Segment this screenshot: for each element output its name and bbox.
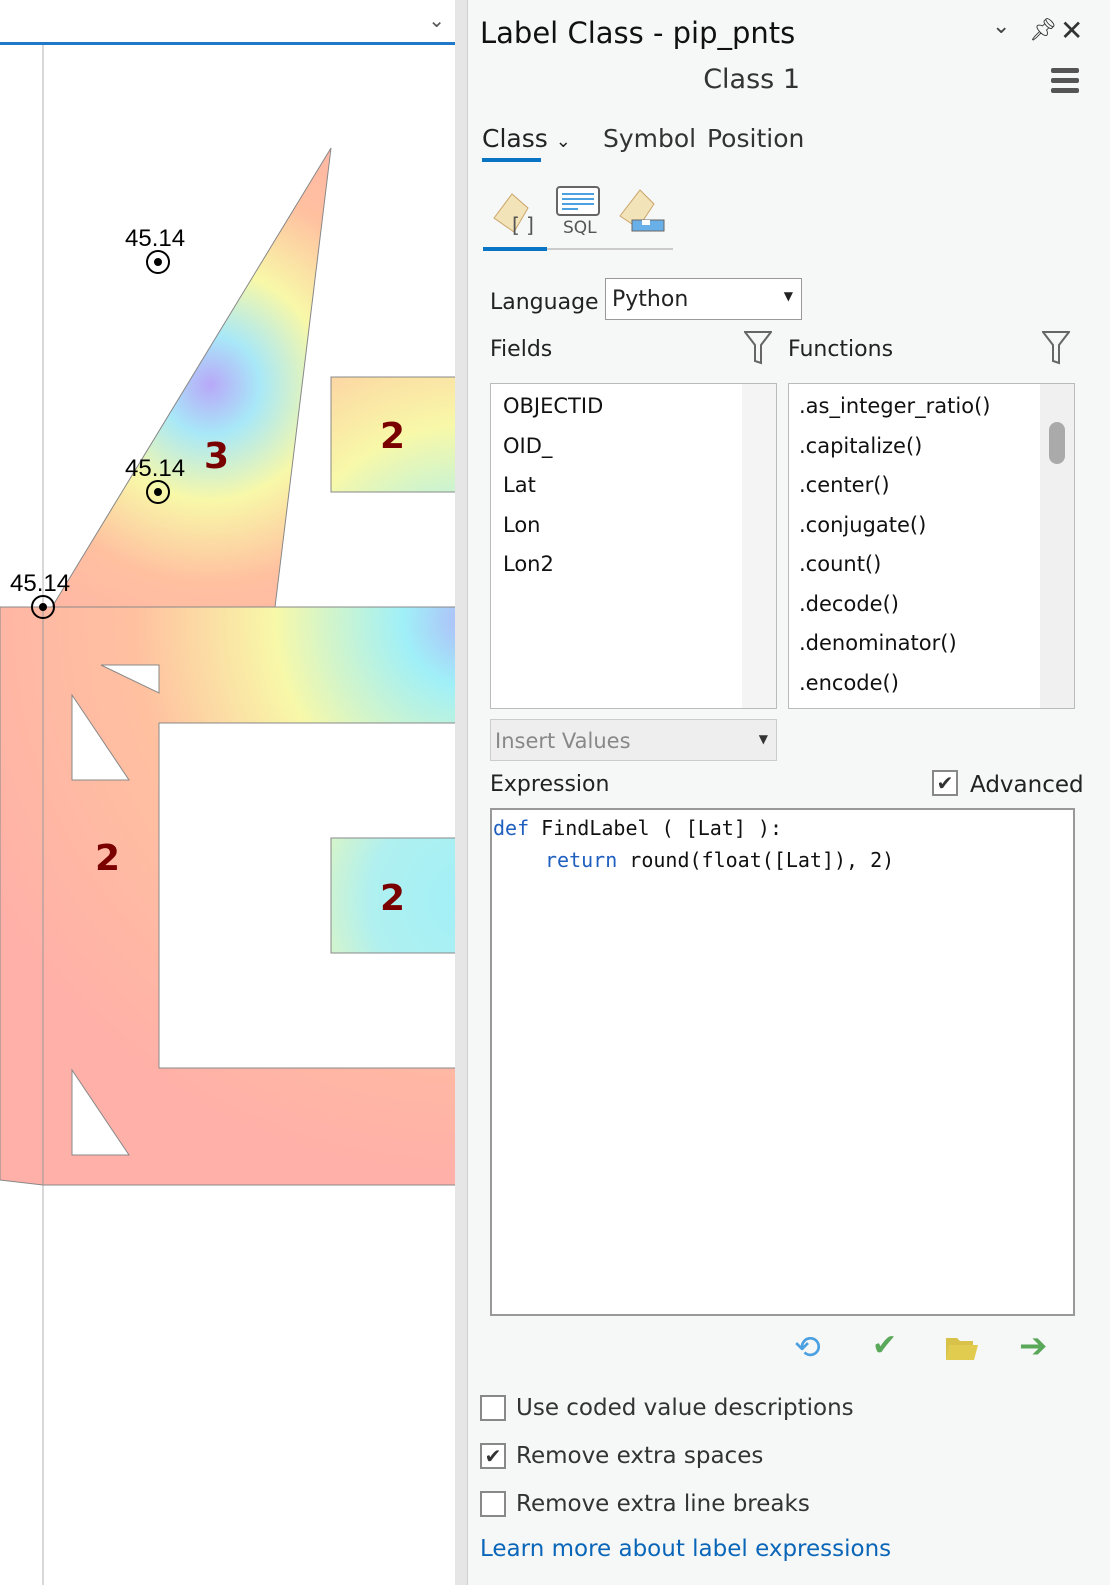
filter-icon[interactable]: [1040, 331, 1072, 369]
point-label: 45.14: [125, 225, 185, 252]
list-item[interactable]: .count(): [789, 545, 1074, 585]
list-item[interactable]: Lon: [491, 506, 776, 546]
chevron-down-icon[interactable]: ⌄: [992, 14, 1010, 39]
advanced-label: Advanced: [970, 772, 1084, 798]
expression-icon[interactable]: [ ]: [490, 188, 540, 240]
list-item[interactable]: .center(): [789, 466, 1074, 506]
filter-icon[interactable]: [742, 331, 774, 369]
list-item[interactable]: .as_integer_ratio(): [789, 387, 1074, 427]
polygon-3: [51, 147, 332, 608]
expression-label: Expression: [490, 772, 610, 797]
scrollbar-thumb: [1049, 422, 1065, 464]
point-label: 45.14: [125, 455, 185, 482]
export-arrow-icon[interactable]: ➔: [1019, 1326, 1048, 1366]
fields-list[interactable]: OBJECTID OID_ Lat Lon Lon2: [490, 383, 777, 709]
point-label: 45.14: [10, 570, 70, 597]
learn-more-link[interactable]: Learn more about label expressions: [480, 1536, 891, 1562]
remove-line-breaks-checkbox[interactable]: [480, 1491, 506, 1517]
tab-symbol[interactable]: Symbol: [603, 124, 696, 153]
expression-editor[interactable]: def FindLabel ( [Lat] ): return round(fl…: [490, 808, 1075, 1316]
pin-icon[interactable]: 📌︎: [1029, 18, 1057, 43]
checkbox-label: Use coded value descriptions: [516, 1395, 854, 1421]
list-item[interactable]: .encode(): [789, 664, 1074, 704]
svg-text:SQL: SQL: [563, 218, 597, 236]
sql-icon[interactable]: SQL: [556, 186, 602, 240]
active-tab-indicator: [482, 158, 541, 162]
checkbox-label: Remove extra spaces: [516, 1443, 764, 1469]
open-folder-icon[interactable]: [945, 1335, 979, 1365]
language-label: Language: [490, 290, 599, 315]
list-item[interactable]: .denominator(): [789, 624, 1074, 664]
functions-label: Functions: [788, 337, 894, 362]
tab-class[interactable]: Class ⌄: [482, 124, 571, 153]
list-item[interactable]: .conjugate(): [789, 506, 1074, 546]
list-item[interactable]: OBJECTID: [491, 387, 776, 427]
dropdown-arrow-icon: ▼: [758, 732, 768, 746]
list-item[interactable]: Lon2: [491, 545, 776, 585]
polygon-label: 3: [204, 436, 229, 477]
svg-text:[ ]: [ ]: [512, 213, 534, 236]
tab-position[interactable]: Position: [707, 124, 804, 153]
coded-values-checkbox[interactable]: [480, 1395, 506, 1421]
scrollbar[interactable]: [1040, 384, 1074, 708]
language-select[interactable]: Python ▼: [605, 278, 802, 320]
close-icon[interactable]: ✕: [1060, 14, 1083, 47]
label-placement-icon[interactable]: [616, 186, 668, 238]
active-subtab-indicator: [483, 247, 547, 251]
pane-title: Label Class - pip_pnts: [480, 16, 796, 50]
pane-splitter[interactable]: [455, 0, 467, 1585]
insert-values-dropdown[interactable]: Insert Values ▼: [490, 719, 777, 761]
fields-label: Fields: [490, 337, 553, 362]
remove-spaces-checkbox[interactable]: ✔: [480, 1443, 506, 1469]
map-header: ⌄: [0, 0, 455, 45]
chevron-down-icon[interactable]: ⌄: [428, 8, 445, 32]
map-view[interactable]: 45.14 45.14 45.14 3 2 2 2 ⌄: [0, 0, 455, 1585]
list-item[interactable]: OID_: [491, 427, 776, 467]
list-item[interactable]: Lat: [491, 466, 776, 506]
menu-icon[interactable]: [1051, 68, 1079, 93]
checkbox-label: Remove extra line breaks: [516, 1491, 810, 1517]
dropdown-arrow-icon: ▼: [783, 289, 793, 303]
polygon-label: 2: [380, 878, 405, 919]
map-canvas: 45.14 45.14 45.14 3 2 2 2: [0, 45, 455, 1585]
chevron-down-icon: ⌄: [555, 131, 571, 152]
list-item[interactable]: .capitalize(): [789, 427, 1074, 467]
scrollbar[interactable]: [742, 384, 776, 708]
point-symbol: [146, 250, 170, 274]
class-name[interactable]: Class 1: [468, 64, 800, 95]
verify-check-icon[interactable]: ✔: [872, 1328, 897, 1363]
list-item[interactable]: .decode(): [789, 585, 1074, 625]
advanced-checkbox[interactable]: ✔: [932, 770, 958, 796]
functions-list[interactable]: .as_integer_ratio() .capitalize() .cente…: [788, 383, 1075, 709]
polygon-label: 2: [95, 838, 120, 879]
polygon-label: 2: [380, 416, 405, 457]
label-class-pane: Label Class - pip_pnts ⌄ 📌︎ ✕ Class 1 Cl…: [467, 0, 1110, 1585]
reset-icon[interactable]: ⟲: [794, 1328, 821, 1366]
